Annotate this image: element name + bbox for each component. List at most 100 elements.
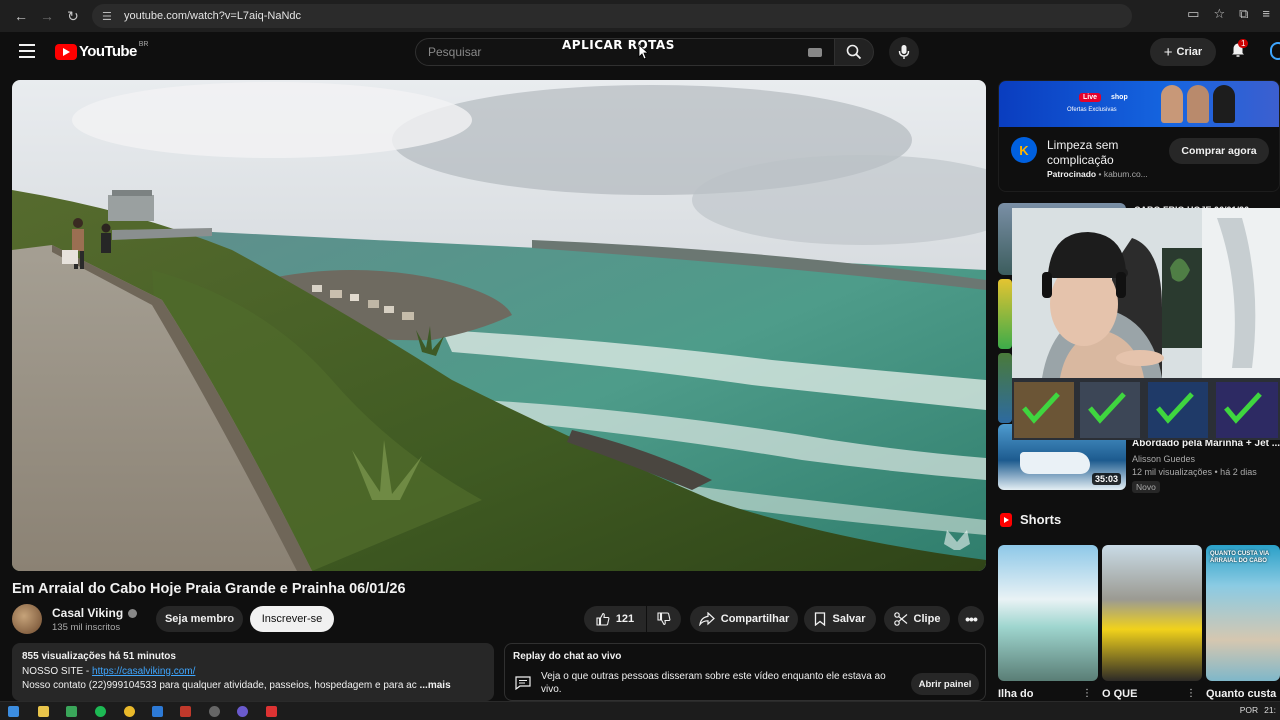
video-player[interactable] — [12, 80, 986, 571]
buy-now-button[interactable]: Comprar agora — [1169, 138, 1269, 164]
mouse-cursor-icon — [638, 44, 648, 60]
chat-replay-panel: Replay do chat ao vivo Veja o que outras… — [504, 643, 986, 701]
webcam-overlay — [1012, 208, 1280, 440]
verified-check-icon — [128, 609, 138, 619]
chat-icon — [515, 676, 531, 690]
youtube-logo[interactable]: YouTube BR — [55, 41, 148, 60]
short-title[interactable]: Ilha do — [998, 688, 1033, 700]
thumbs-up-icon — [596, 612, 610, 626]
channel-avatar[interactable] — [12, 604, 42, 634]
search-icon — [846, 44, 862, 60]
scissors-icon — [893, 612, 907, 626]
save-button[interactable]: Salvar — [804, 606, 876, 632]
search-button[interactable] — [834, 38, 874, 66]
subscribe-button[interactable]: Inscrever-se — [250, 606, 334, 632]
account-avatar[interactable] — [1270, 42, 1280, 60]
edge-icon[interactable] — [152, 706, 163, 717]
subscriber-count: 135 mil inscritos — [52, 622, 121, 633]
view-count-and-date: 855 visualizações há 51 minutos — [22, 651, 176, 662]
store-icon[interactable] — [66, 706, 77, 717]
keyboard-icon[interactable] — [808, 48, 822, 57]
show-more-link[interactable]: ...mais — [420, 680, 451, 691]
live-tag: Live — [1079, 93, 1102, 102]
cast-icon[interactable]: ▭ — [1187, 6, 1199, 22]
short-title[interactable]: O QUE — [1102, 688, 1137, 700]
ad-headline: Limpeza sem complicação — [1047, 138, 1119, 167]
file-explorer-icon[interactable] — [38, 706, 49, 717]
recommended-thumbnail[interactable] — [998, 353, 1012, 423]
discord-icon[interactable] — [237, 706, 248, 717]
video-duration: 35:03 — [1092, 473, 1122, 485]
like-button[interactable]: 121 — [584, 606, 646, 632]
ad-presenters — [1161, 85, 1251, 127]
chat-replay-description: Veja o que outras pessoas disseram sobre… — [541, 671, 886, 695]
reload-icon[interactable]: ↻ — [62, 5, 84, 27]
channel-name[interactable]: Casal Viking — [52, 606, 138, 620]
bookmark-star-icon[interactable]: ☆ — [1213, 6, 1225, 22]
plus-icon: + — [1163, 43, 1173, 61]
url-text: youtube.com/watch?v=L7aiq-NaNdc — [124, 10, 302, 22]
shorts-logo-icon — [1000, 512, 1012, 527]
app-icon[interactable] — [266, 706, 277, 717]
share-button[interactable]: Compartilhar — [690, 606, 798, 632]
chrome-icon[interactable] — [124, 706, 135, 717]
recommended-meta: 12 mil visualizações • há 2 dias — [1132, 467, 1257, 477]
extensions-icon[interactable]: ⧉ — [1239, 6, 1248, 22]
clock[interactable]: 21: — [1264, 705, 1276, 715]
chat-replay-title: Replay do chat ao vivo — [513, 651, 622, 662]
short-thumbnail[interactable] — [1102, 545, 1202, 681]
back-icon[interactable]: ← — [10, 5, 32, 27]
short-title[interactable]: Quanto custa — [1206, 688, 1276, 700]
shorts-header: Shorts — [1000, 512, 1061, 527]
clip-button[interactable]: Clipe — [884, 606, 950, 632]
voice-search-button[interactable] — [889, 37, 919, 67]
forward-icon[interactable]: → — [36, 5, 58, 27]
offers-label: Ofertas Exclusivas — [1067, 107, 1117, 113]
description-box[interactable]: 855 visualizações há 51 minutos NOSSO SI… — [12, 643, 494, 701]
site-link[interactable]: https://casalviking.com/ — [92, 666, 195, 677]
site-line: NOSSO SITE - https://casalviking.com/ — [22, 665, 196, 677]
more-horizontal-icon: ••• — [965, 611, 978, 627]
recommended-thumbnail[interactable] — [998, 279, 1012, 349]
reading-list-icon[interactable]: ≡ — [1262, 6, 1270, 22]
address-bar[interactable]: ☰ youtube.com/watch?v=L7aiq-NaNdc — [92, 4, 1132, 28]
video-frame — [12, 80, 986, 571]
obs-icon[interactable] — [209, 706, 220, 717]
browser-toolbar: ← → ↻ ☰ youtube.com/watch?v=L7aiq-NaNdc … — [0, 0, 1280, 32]
contact-line: Nosso contato (22)999104533 para qualque… — [22, 680, 451, 691]
short-thumbnail[interactable]: QUANTO CUSTA VIA ARRAIAL DO CABO — [1206, 545, 1280, 681]
windows-taskbar: POR 21: — [0, 701, 1280, 720]
windows-start-icon[interactable] — [8, 706, 19, 717]
hamburger-menu-icon[interactable] — [19, 44, 35, 58]
new-badge: Novo — [1132, 481, 1160, 493]
like-count: 121 — [615, 613, 635, 625]
recommended-channel[interactable]: Alisson Guedes — [1132, 454, 1195, 464]
site-settings-icon[interactable]: ☰ — [102, 10, 116, 23]
share-icon — [698, 612, 715, 626]
shop-label: shop — [1111, 94, 1128, 101]
open-panel-button[interactable]: Abrir painel — [911, 673, 979, 695]
ad-sponsor-line: Patrocinado • kabum.co... — [1047, 169, 1148, 179]
bookmark-icon — [815, 612, 826, 626]
dislike-button[interactable] — [647, 606, 681, 632]
microphone-icon — [898, 45, 910, 59]
stream-overlay-title: APLICAR ROTAS — [562, 38, 675, 52]
advertiser-logo[interactable]: K — [1011, 137, 1037, 163]
create-button[interactable]: + Criar — [1150, 38, 1216, 66]
more-vertical-icon[interactable]: ⋮ — [1186, 688, 1196, 699]
short-thumbnail[interactable] — [998, 545, 1098, 681]
ad-banner[interactable]: Live shop Ofertas Exclusivas — [999, 81, 1279, 127]
spotify-icon[interactable] — [95, 706, 106, 717]
video-title: Em Arraial do Cabo Hoje Praia Grande e P… — [12, 581, 406, 597]
join-membership-button[interactable]: Seja membro — [156, 606, 243, 632]
app-icon[interactable] — [180, 706, 191, 717]
notifications-button[interactable]: 1 — [1230, 39, 1249, 63]
short-overlay-text: QUANTO CUSTA VIA ARRAIAL DO CABO — [1210, 551, 1270, 564]
more-vertical-icon[interactable]: ⋮ — [1082, 688, 1092, 699]
webcam-frame — [1012, 208, 1280, 440]
language-indicator[interactable]: POR — [1240, 705, 1258, 715]
sponsored-ad-card[interactable]: Live shop Ofertas Exclusivas K Limpeza s… — [998, 80, 1280, 192]
youtube-play-icon — [55, 43, 77, 60]
more-actions-button[interactable]: ••• — [958, 606, 984, 632]
thumbs-down-icon — [657, 612, 671, 626]
